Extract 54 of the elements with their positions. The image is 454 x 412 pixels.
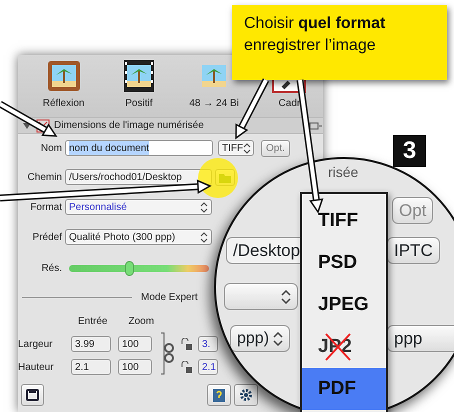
magnified-field[interactable]: ppp	[387, 325, 454, 352]
output-field[interactable]: 2.1	[198, 359, 218, 375]
panel-menu-icon[interactable]	[309, 120, 323, 132]
preset-select[interactable]: Qualité Photo (300 ppp)	[65, 229, 212, 245]
output-field[interactable]: 3.	[198, 336, 218, 352]
field-label: Rés.	[41, 262, 62, 274]
select-arrows-icon	[200, 202, 208, 212]
gear-icon	[239, 388, 253, 402]
step-number: 3	[393, 135, 426, 167]
menu-item[interactable]: JPEG	[302, 284, 386, 326]
field-label: Prédef	[32, 232, 62, 242]
slider-thumb[interactable]	[125, 260, 134, 276]
column-header: Zoom	[128, 314, 154, 328]
name-field[interactable]: nom du document	[65, 140, 213, 156]
input-field[interactable]: 3.99	[71, 336, 111, 352]
callout-text: enregistrer l’image	[244, 36, 377, 56]
settings-button[interactable]	[234, 384, 258, 406]
disclosure-triangle-icon[interactable]	[22, 120, 32, 130]
column-header: Entrée	[78, 314, 108, 328]
field-label: Hauteur	[18, 360, 55, 374]
help-button[interactable]	[207, 384, 231, 406]
field-label: Chemin	[28, 172, 62, 182]
select-arrows-icon	[243, 142, 252, 154]
select-arrows-icon	[281, 290, 291, 304]
toolbar-label: Positif	[125, 97, 152, 111]
save-icon	[26, 388, 39, 402]
select-arrows-icon	[273, 332, 284, 346]
magnified-iptc-button[interactable]: IPTC	[387, 237, 440, 264]
help-icon	[212, 388, 226, 402]
toolbar-label: Réflexion	[42, 97, 84, 111]
mode-label: Mode Expert	[141, 290, 198, 304]
preset-format-select[interactable]: Personnalisé	[65, 199, 212, 215]
framed-picture-icon[interactable]	[46, 59, 82, 93]
magnified-preset-select[interactable]: ppp)	[230, 325, 290, 352]
options-button[interactable]: Opt.	[261, 140, 290, 156]
toolbar-label: Cadr	[278, 97, 300, 111]
toolbar-label: 48 → 24 Bi	[189, 97, 239, 111]
menu-item[interactable]: PDF	[302, 368, 386, 410]
format-select[interactable]: TIFF	[218, 140, 254, 156]
select-arrows-icon	[200, 232, 208, 242]
callout-text: Choisir quel format	[244, 14, 386, 34]
field-label: Largeur	[18, 338, 54, 352]
save-button[interactable]	[21, 384, 44, 406]
chain-link-icon[interactable]	[160, 332, 174, 376]
section-title: Dimensions de l'image numérisée	[54, 119, 204, 133]
zoom-field[interactable]: 100	[118, 336, 152, 352]
magnified-heading: risée	[328, 165, 358, 179]
lock-icon[interactable]	[180, 338, 193, 350]
field-label: Format	[30, 202, 62, 212]
lock-icon[interactable]	[180, 360, 193, 374]
field-label: Nom	[40, 142, 62, 154]
input-field[interactable]: 2.1	[71, 359, 111, 375]
zoom-field[interactable]: 100	[118, 359, 152, 375]
magnified-select[interactable]	[224, 283, 298, 310]
